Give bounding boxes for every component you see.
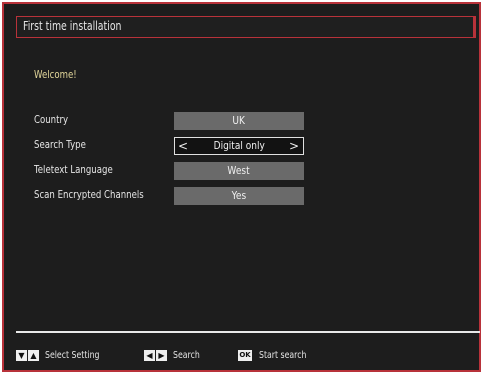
arrow-right-icon[interactable]: >	[289, 138, 299, 154]
footer-hint-search: ◀ ▶ Search	[144, 350, 208, 364]
ok-key-icon: OK	[238, 350, 252, 361]
arrow-up-icon: ▲	[28, 350, 39, 361]
window-title: First time installation	[23, 19, 122, 33]
footer-divider	[16, 331, 480, 333]
setting-label-scan-encrypted: Scan Encrypted Channels	[34, 188, 144, 201]
arrow-right-key-icon: ▶	[156, 350, 167, 361]
setting-label-teletext-language: Teletext Language	[34, 163, 113, 176]
arrow-down-icon: ▼	[16, 350, 27, 361]
footer-hint-start-search: OK Start search	[238, 350, 320, 364]
arrow-left-key-icon: ◀	[144, 350, 155, 361]
setting-value-search-type[interactable]: < Digital only >	[174, 137, 304, 155]
footer-label-select-setting: Select Setting	[45, 350, 100, 361]
arrow-left-icon[interactable]: <	[178, 138, 188, 154]
footer-label-start-search: Start search	[259, 350, 307, 361]
setting-value-scan-encrypted[interactable]: Yes	[174, 187, 304, 205]
setting-value-teletext-language[interactable]: West	[174, 162, 304, 180]
welcome-message: Welcome!	[34, 68, 77, 81]
setting-label-search-type: Search Type	[34, 138, 86, 151]
setting-value-text: UK	[232, 114, 246, 127]
setting-value-text: Digital only	[213, 139, 265, 152]
installation-window: First time installation Welcome! Country…	[2, 2, 481, 372]
setting-row-teletext-language[interactable]: Teletext Language West	[34, 162, 304, 180]
setting-row-country[interactable]: Country UK	[34, 112, 304, 130]
title-bar: First time installation	[16, 16, 476, 38]
setting-value-country[interactable]: UK	[174, 112, 304, 130]
setting-label-country: Country	[34, 113, 69, 126]
setting-row-scan-encrypted[interactable]: Scan Encrypted Channels Yes	[34, 187, 304, 205]
setting-row-search-type[interactable]: Search Type < Digital only >	[34, 137, 304, 155]
setting-value-text: West	[227, 164, 251, 177]
footer-label-search: Search	[173, 350, 200, 361]
footer-hint-select-setting: ▼ ▲ Select Setting	[16, 350, 115, 364]
setting-value-text: Yes	[231, 189, 247, 202]
